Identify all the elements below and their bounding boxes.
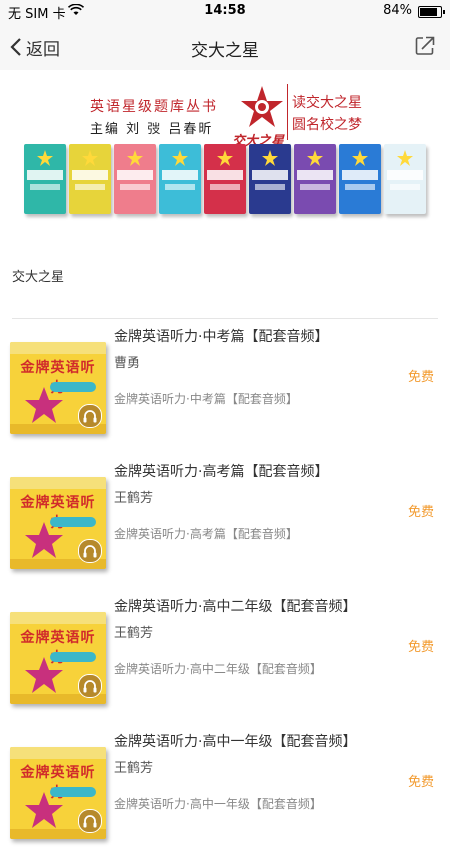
item-description: 金牌英语听力·高中二年级【配套音频】 <box>114 662 322 676</box>
banner-slogan-line2: 圆名校之梦 <box>292 117 362 133</box>
list-item[interactable]: 金牌英语听力 金牌英语听力·高考篇【配套音频】 王鹤芳 金牌英语听力·高考篇【配… <box>0 455 450 585</box>
book-cover: 金牌英语听力 <box>10 477 106 569</box>
battery-percent: 84% <box>383 3 412 18</box>
banner-slogan-line1: 读交大之星 <box>292 95 362 111</box>
section-divider <box>12 318 438 319</box>
banner-editors: 主编 刘 弢 吕春昕 <box>90 122 214 137</box>
item-price[interactable]: 免费 <box>408 501 434 520</box>
page-title: 交大之星 <box>191 41 259 61</box>
promo-banner[interactable]: 英语星级题库丛书 主编 刘 弢 吕春昕 交大之星 读交大之星 圆名校之梦 <box>0 70 450 230</box>
share-icon <box>415 36 435 55</box>
headphone-icon <box>78 674 102 698</box>
item-author: 曹勇 <box>114 356 141 371</box>
brand-logo-icon <box>240 84 284 134</box>
list-item[interactable]: 金牌英语听力 金牌英语听力·高中二年级【配套音频】 王鹤芳 金牌英语听力·高中二… <box>0 590 450 720</box>
star-icon <box>25 522 63 558</box>
book-cover-thumbnail <box>114 144 156 214</box>
share-button[interactable] <box>414 35 436 61</box>
item-title: 金牌英语听力·高中一年级【配套音频】 <box>114 734 357 750</box>
item-description: 金牌英语听力·高中一年级【配套音频】 <box>114 797 322 811</box>
status-bar: 无 SIM 卡 14:58 84% <box>0 0 450 22</box>
cover-brand: 金牌英语听力 <box>20 495 96 531</box>
book-cover: 金牌英语听力 <box>10 747 106 839</box>
star-icon <box>25 792 63 828</box>
section-title: 交大之星 <box>12 270 65 285</box>
star-icon <box>25 657 63 693</box>
book-cover: 金牌英语听力 <box>10 612 106 704</box>
headphone-icon <box>78 404 102 428</box>
headphone-icon <box>78 539 102 563</box>
book-cover-thumbnail <box>249 144 291 214</box>
star-icon <box>25 387 63 423</box>
battery-fill <box>420 8 437 16</box>
banner-divider <box>287 84 288 140</box>
book-cover-thumbnail <box>294 144 336 214</box>
book-cover-thumbnail <box>24 144 66 214</box>
item-author: 王鹤芳 <box>114 491 154 506</box>
cover-brand: 金牌英语听力 <box>20 360 96 396</box>
headphone-icon <box>78 809 102 833</box>
item-price[interactable]: 免费 <box>408 636 434 655</box>
item-author: 王鹤芳 <box>114 626 154 641</box>
item-title: 金牌英语听力·中考篇【配套音频】 <box>114 329 329 345</box>
navigation-bar: 返回 交大之星 <box>0 22 450 71</box>
list-item[interactable]: 金牌英语听力 金牌英语听力·高中一年级【配套音频】 王鹤芳 金牌英语听力·高中一… <box>0 725 450 855</box>
book-cover-thumbnail <box>159 144 201 214</box>
book-cover-thumbnail <box>69 144 111 214</box>
book-cover-thumbnail <box>384 144 426 214</box>
item-price[interactable]: 免费 <box>408 366 434 385</box>
battery-icon <box>418 6 445 18</box>
cover-brand: 金牌英语听力 <box>20 765 96 801</box>
item-price[interactable]: 免费 <box>408 771 434 790</box>
cover-brand: 金牌英语听力 <box>20 630 96 666</box>
list-item[interactable]: 金牌英语听力 金牌英语听力·中考篇【配套音频】 曹勇 金牌英语听力·中考篇【配套… <box>0 320 450 450</box>
item-author: 王鹤芳 <box>114 761 154 776</box>
item-description: 金牌英语听力·高考篇【配套音频】 <box>114 527 298 541</box>
item-title: 金牌英语听力·高考篇【配套音频】 <box>114 464 329 480</box>
banner-series-title: 英语星级题库丛书 <box>90 99 218 115</box>
book-cover-thumbnail <box>204 144 246 214</box>
book-cover: 金牌英语听力 <box>10 342 106 434</box>
item-description: 金牌英语听力·中考篇【配套音频】 <box>114 392 298 406</box>
book-cover-thumbnail <box>339 144 381 214</box>
item-title: 金牌英语听力·高中二年级【配套音频】 <box>114 599 357 615</box>
